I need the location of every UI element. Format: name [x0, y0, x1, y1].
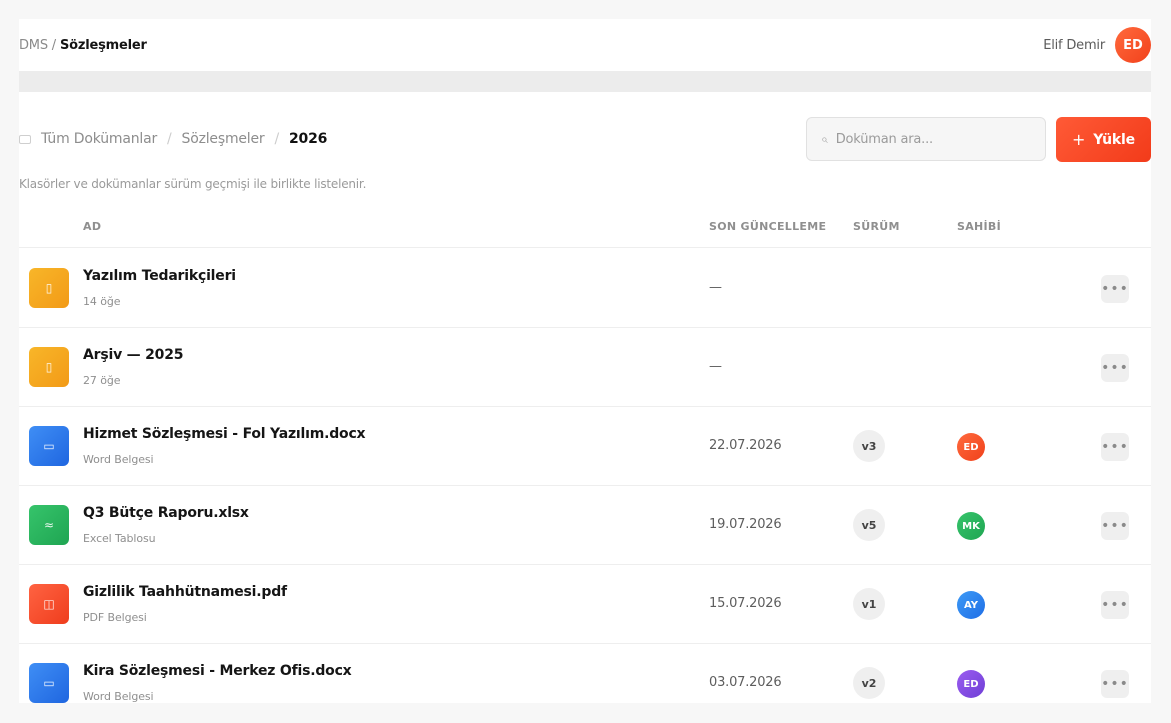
panel-header: Tüm Dokümanlar / Sözleşmeler / 2026 ⌕ + …	[19, 117, 1151, 162]
item-meta: Excel Tablosu	[83, 532, 156, 545]
table-row[interactable]: ≈ Q3 Bütçe Raporu.xlsx Excel Tablosu 19.…	[19, 486, 1151, 565]
item-meta: Word Belgesi	[83, 690, 154, 703]
top-bar: DMS / Sözleşmeler Elif Demir ED	[19, 19, 1151, 71]
more-options-button[interactable]: •••	[1101, 433, 1129, 461]
version-badge[interactable]: v1	[853, 588, 885, 620]
word-document-icon: ▭	[29, 426, 69, 466]
folder-icon: ▯	[29, 268, 69, 308]
app-breadcrumb-root[interactable]: DMS /	[19, 38, 60, 53]
breadcrumb-item-all-docs[interactable]: Tüm Dokümanlar	[41, 131, 157, 147]
word-document-icon: ▭	[29, 663, 69, 703]
more-options-button[interactable]: •••	[1101, 354, 1129, 382]
folder-icon	[19, 134, 31, 144]
table-row[interactable]: ▭ Hizmet Sözleşmesi - Fol Yazılım.docx W…	[19, 407, 1151, 486]
section-divider	[19, 71, 1151, 92]
search-icon: ⌕	[821, 131, 828, 146]
breadcrumb-item-contracts[interactable]: Sözleşmeler	[182, 131, 265, 147]
column-header-updated[interactable]: SON GÜNCELLEME	[709, 220, 826, 233]
search-input[interactable]	[835, 131, 1026, 147]
item-meta: 27 öğe	[83, 374, 121, 387]
more-options-button[interactable]: •••	[1101, 275, 1129, 303]
upload-button-label: Yükle	[1093, 131, 1135, 148]
item-updated: 22.07.2026	[709, 438, 782, 453]
column-header-owner[interactable]: SAHİBİ	[957, 220, 1001, 233]
breadcrumb-item-current: 2026	[289, 131, 328, 147]
version-badge[interactable]: v5	[853, 509, 885, 541]
spreadsheet-icon: ≈	[29, 505, 69, 545]
item-updated: 03.07.2026	[709, 675, 782, 690]
item-updated: —	[709, 280, 722, 295]
table-header: AD SON GÜNCELLEME SÜRÜM SAHİBİ	[19, 210, 1151, 248]
item-name[interactable]: Hizmet Sözleşmesi - Fol Yazılım.docx	[83, 426, 366, 442]
table-row[interactable]: ▭ Kira Sözleşmesi - Merkez Ofis.docx Wor…	[19, 644, 1151, 703]
app-breadcrumb: DMS / Sözleşmeler	[19, 38, 147, 53]
owner-avatar: AY	[957, 591, 985, 619]
documents-panel: Tüm Dokümanlar / Sözleşmeler / 2026 ⌕ + …	[19, 92, 1151, 703]
upload-button[interactable]: + Yükle	[1056, 117, 1151, 162]
plus-icon: +	[1072, 129, 1086, 149]
item-name[interactable]: Yazılım Tedarikçileri	[83, 268, 236, 284]
item-name[interactable]: Arşiv — 2025	[83, 347, 184, 363]
item-updated: 15.07.2026	[709, 596, 782, 611]
more-options-button[interactable]: •••	[1101, 591, 1129, 619]
breadcrumb-separator: /	[167, 131, 172, 147]
item-name[interactable]: Q3 Bütçe Raporu.xlsx	[83, 505, 249, 521]
user-menu[interactable]: Elif Demir ED	[1043, 27, 1151, 63]
search-box[interactable]: ⌕	[806, 117, 1046, 161]
owner-avatar: ED	[957, 670, 985, 698]
item-updated: 19.07.2026	[709, 517, 782, 532]
column-header-version[interactable]: SÜRÜM	[853, 220, 900, 233]
table-row[interactable]: ▯ Arşiv — 2025 27 öğe — •••	[19, 328, 1151, 407]
lock-icon: ◫	[29, 584, 69, 624]
folder-icon: ▯	[29, 347, 69, 387]
table-row[interactable]: ◫ Gizlilik Taahhütnamesi.pdf PDF Belgesi…	[19, 565, 1151, 644]
more-options-button[interactable]: •••	[1101, 512, 1129, 540]
app-breadcrumb-current: Sözleşmeler	[59, 37, 147, 53]
page-description: Klasörler ve dokümanlar sürüm geçmişi il…	[19, 177, 367, 191]
user-name: Elif Demir	[1043, 37, 1105, 53]
table-row[interactable]: ▯ Yazılım Tedarikçileri 14 öğe — •••	[19, 249, 1151, 328]
item-name[interactable]: Gizlilik Taahhütnamesi.pdf	[83, 584, 287, 600]
breadcrumb-separator: /	[274, 131, 279, 147]
avatar[interactable]: ED	[1115, 27, 1151, 63]
item-meta: 14 öğe	[83, 295, 121, 308]
version-badge[interactable]: v3	[853, 430, 885, 462]
column-header-name[interactable]: AD	[83, 220, 101, 233]
item-meta: Word Belgesi	[83, 453, 154, 466]
more-options-button[interactable]: •••	[1101, 670, 1129, 698]
breadcrumb: Tüm Dokümanlar / Sözleşmeler / 2026	[19, 131, 327, 147]
owner-avatar: MK	[957, 512, 985, 540]
item-name[interactable]: Kira Sözleşmesi - Merkez Ofis.docx	[83, 663, 352, 679]
version-badge[interactable]: v2	[853, 667, 885, 699]
owner-avatar: ED	[957, 433, 985, 461]
item-meta: PDF Belgesi	[83, 611, 147, 624]
item-updated: —	[709, 359, 722, 374]
